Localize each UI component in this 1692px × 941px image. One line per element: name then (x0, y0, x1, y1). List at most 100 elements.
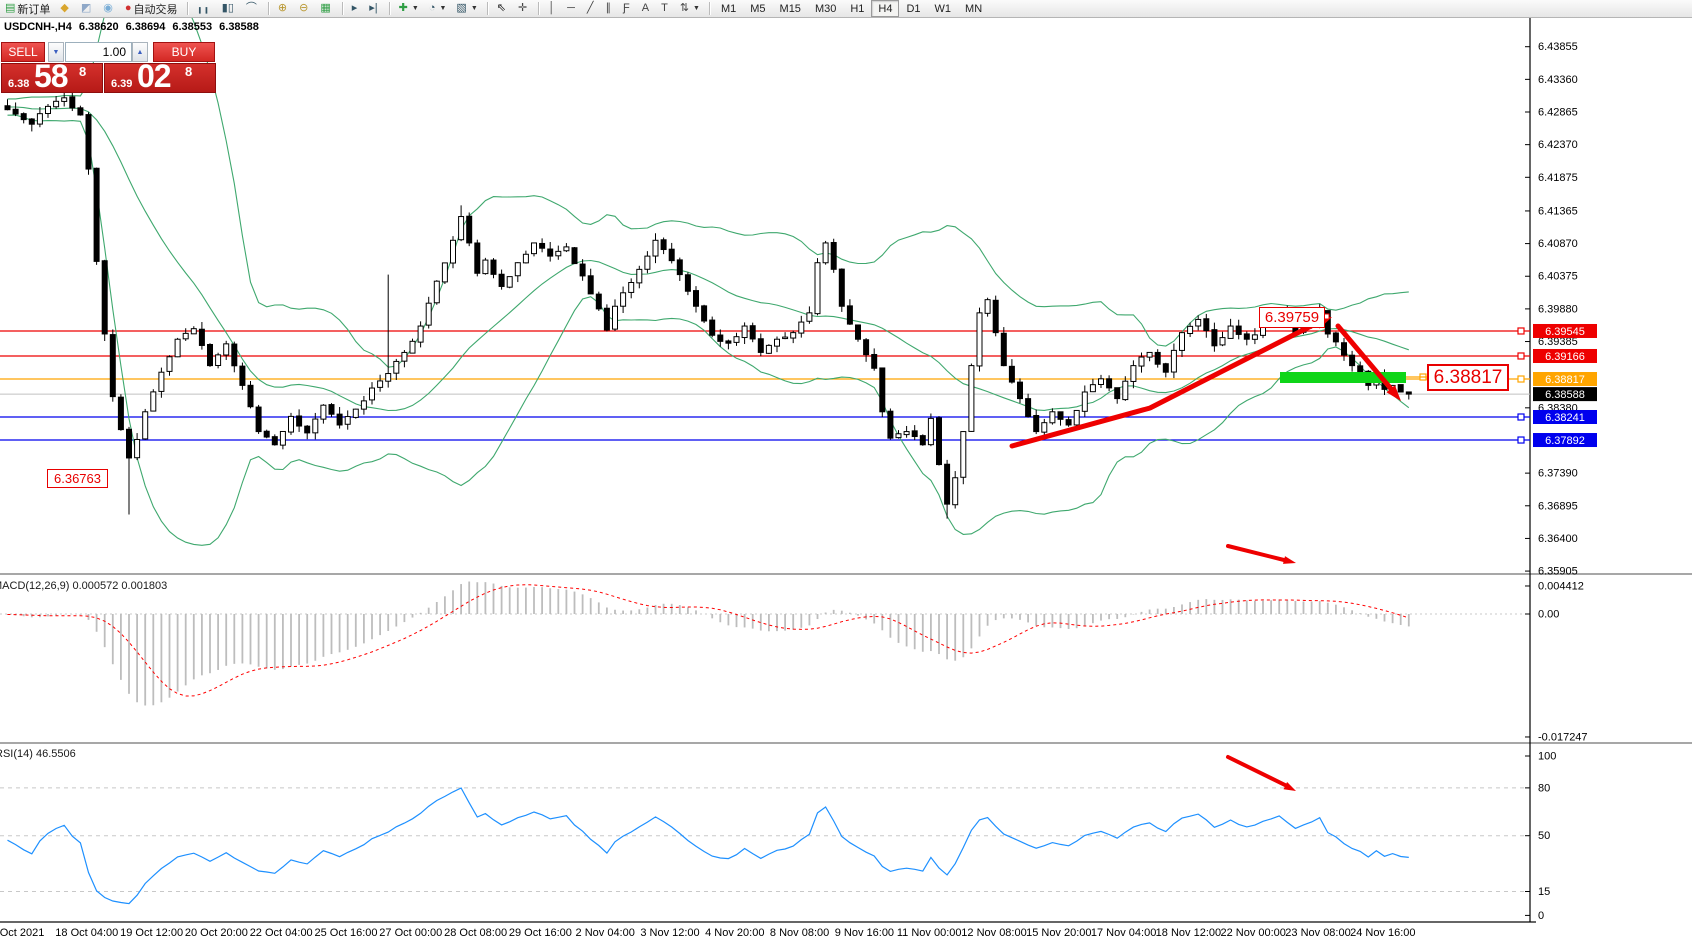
auto-trading-icon: ● (125, 2, 132, 15)
metaeditor-button[interactable]: ◆ (56, 0, 74, 17)
svg-text:23 Nov 08:00: 23 Nov 08:00 (1285, 927, 1350, 939)
svg-text:-0.017247: -0.017247 (1538, 731, 1588, 743)
timeframe-m1-button[interactable]: M1 (714, 0, 743, 17)
toolbar-separator (187, 2, 188, 15)
quote-low: 6.38553 (172, 21, 212, 33)
auto-trading-button[interactable]: ● 自动交易 (121, 0, 182, 17)
text-button[interactable]: A (638, 0, 655, 17)
line-chart-button[interactable]: ⌒ (242, 0, 263, 17)
cursor-button[interactable]: ⇖ (493, 0, 512, 17)
symbol-period: USDCNH-,H4 (4, 21, 72, 33)
volume-input[interactable]: 1.00 (65, 42, 132, 62)
svg-text:20 Oct 20:00: 20 Oct 20:00 (185, 927, 248, 939)
trendline-button[interactable]: ╱ (583, 0, 600, 17)
text-icon: A (642, 2, 649, 15)
price-level-lines[interactable] (0, 328, 1530, 443)
macd-arrow (1228, 546, 1286, 561)
svg-text:50: 50 (1538, 830, 1550, 842)
buy-price-display[interactable]: 6.39 02 8 (104, 63, 216, 93)
svg-text:0: 0 (1538, 910, 1544, 922)
timeframe-h4-button[interactable]: H4 (871, 0, 899, 17)
toolbar-separator (342, 2, 343, 15)
svg-text:6.38817: 6.38817 (1545, 374, 1585, 386)
svg-text:Oct 2021: Oct 2021 (0, 927, 44, 939)
macd-pane-label: MACD(12,26,9) 0.000572 0.001803 (0, 580, 167, 592)
hline-button[interactable]: ─ (563, 0, 581, 17)
timeframe-h1-button[interactable]: H1 (843, 0, 871, 17)
svg-text:11 Nov 00:00: 11 Nov 00:00 (897, 927, 962, 939)
shift-end-icon: ▸| (369, 2, 377, 15)
chart-canvas[interactable]: 6.438556.433606.428656.423706.418756.413… (0, 0, 1692, 941)
new-order-button[interactable]: ▤ 新订单 (1, 0, 54, 17)
svg-text:18 Oct 04:00: 18 Oct 04:00 (55, 927, 118, 939)
vline-button[interactable]: │ (544, 0, 561, 17)
svg-text:4 Nov 20:00: 4 Nov 20:00 (705, 927, 764, 939)
bar-chart-icon: ╻╻ (197, 2, 210, 15)
svg-text:15 Nov 20:00: 15 Nov 20:00 (1026, 927, 1091, 939)
svg-text:3 Nov 12:00: 3 Nov 12:00 (640, 927, 699, 939)
signals-button[interactable]: ◉ (99, 0, 119, 17)
periods-button[interactable]: ◔▼ (425, 0, 451, 17)
shapes-button[interactable]: ⇅▼ (676, 0, 704, 17)
sell-price-display[interactable]: 6.38 58 8 (1, 63, 103, 93)
rsi-pane-label: RSI(14) 46.5506 (0, 748, 76, 760)
svg-text:6.40375: 6.40375 (1538, 271, 1578, 283)
zoom-in-button[interactable]: ⊕ (274, 0, 293, 17)
shapes-icon: ⇅ (680, 2, 689, 15)
svg-text:6.38588: 6.38588 (1545, 389, 1585, 401)
svg-text:6.43855: 6.43855 (1538, 41, 1578, 53)
svg-text:6.40870: 6.40870 (1538, 238, 1578, 250)
quote-line: USDCNH-,H46.386206.386946.385536.38588 (4, 21, 266, 33)
label-button[interactable]: T (657, 0, 674, 17)
timeframe-w1-button[interactable]: W1 (928, 0, 959, 17)
toolbar-separator (538, 2, 539, 15)
timeframe-m5-button[interactable]: M5 (743, 0, 772, 17)
timeframe-m15-button[interactable]: M15 (773, 0, 808, 17)
candlestick-button[interactable]: ▮▯ (218, 0, 240, 17)
svg-text:8 Nov 08:00: 8 Nov 08:00 (770, 927, 829, 939)
timeframe-mn-button[interactable]: MN (958, 0, 989, 17)
svg-text:6.36400: 6.36400 (1538, 533, 1578, 545)
timeframe-d1-button[interactable]: D1 (899, 0, 927, 17)
templates-button[interactable]: ▧▼ (452, 0, 481, 17)
zoom-out-button[interactable]: ⊖ (295, 0, 314, 17)
svg-text:6.38241: 6.38241 (1545, 412, 1585, 424)
low-price-label[interactable]: 6.36763 (47, 469, 108, 488)
timeframe-m30-button[interactable]: M30 (808, 0, 843, 17)
market-watch-button[interactable]: ◩ (77, 0, 97, 17)
trend-arrows[interactable] (1012, 314, 1427, 791)
bar-chart-button[interactable]: ╻╻ (193, 0, 216, 17)
price-axis[interactable]: 6.438556.433606.428656.423706.418756.413… (1525, 41, 1597, 922)
svg-text:27 Oct 00:00: 27 Oct 00:00 (379, 927, 442, 939)
signals-icon: ◉ (103, 2, 113, 15)
svg-text:80: 80 (1538, 782, 1550, 794)
chevron-down-icon: ▼ (471, 5, 478, 12)
buy-price-prefix: 6.39 (111, 78, 132, 90)
auto-scroll-button[interactable]: ▸ (348, 0, 364, 17)
fibonacci-icon: Ƒ (623, 2, 630, 15)
mt4-window: { "toolbar": { "left_buttons": [ {"name"… (0, 0, 1692, 941)
svg-text:6.41875: 6.41875 (1538, 172, 1578, 184)
chevron-down-icon: ▼ (412, 5, 419, 12)
shift-end-button[interactable]: ▸| (365, 0, 383, 17)
vline-icon: │ (548, 2, 555, 15)
indicators-button[interactable]: ✚▼ (395, 0, 423, 17)
peak-price-label[interactable]: 6.39759 (1259, 307, 1325, 328)
tile-windows-button[interactable]: ▦ (316, 0, 336, 17)
metaeditor-icon: ◆ (60, 2, 68, 15)
label-icon: T (661, 2, 668, 15)
rsi-pane (0, 788, 1530, 904)
svg-text:15: 15 (1538, 886, 1550, 898)
svg-text:19 Oct 12:00: 19 Oct 12:00 (120, 927, 183, 939)
chevron-down-icon: ▼ (693, 5, 700, 12)
fibonacci-button[interactable]: Ƒ (619, 0, 636, 17)
svg-text:6.36895: 6.36895 (1538, 500, 1578, 512)
rsi-arrow (1228, 757, 1287, 786)
crosshair-button[interactable]: ✛ (514, 0, 533, 17)
time-axis[interactable]: Oct 2021 18 Oct 04:0019 Oct 12:0020 Oct 2… (0, 927, 1416, 939)
channel-button[interactable]: ∥ (602, 0, 618, 17)
quote-close: 6.38588 (219, 21, 259, 33)
svg-text:18 Nov 12:00: 18 Nov 12:00 (1156, 927, 1221, 939)
support-price-label[interactable]: 6.38817 (1427, 364, 1509, 391)
svg-text:25 Oct 16:00: 25 Oct 16:00 (315, 927, 378, 939)
